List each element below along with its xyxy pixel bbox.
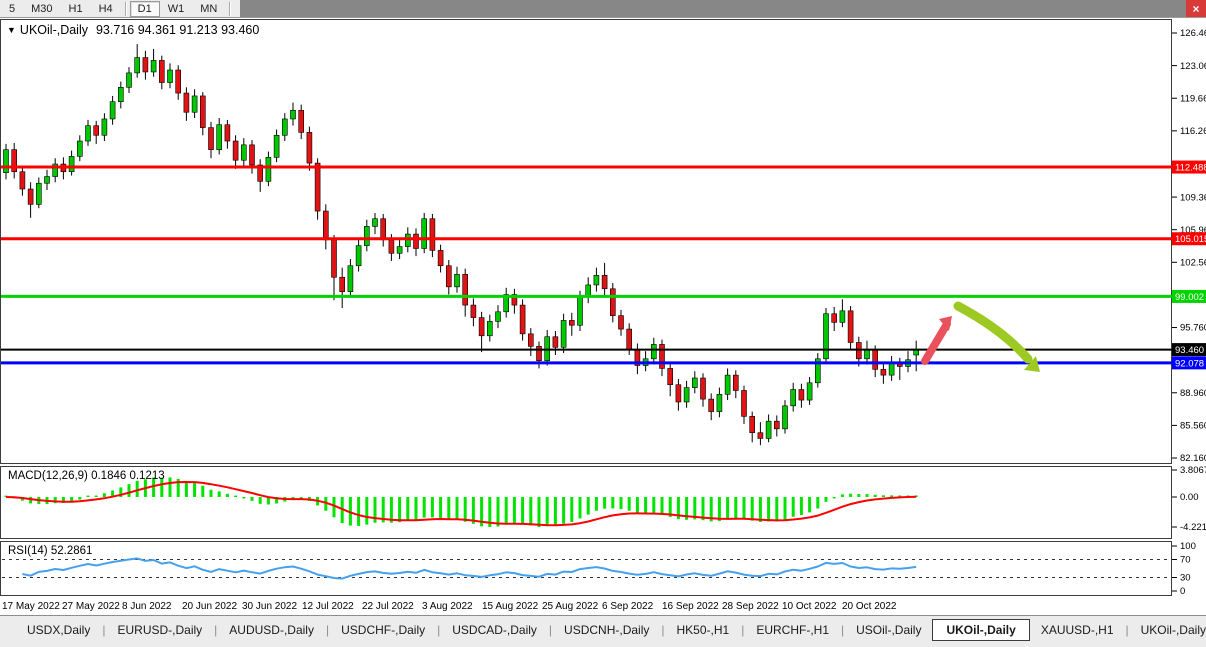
svg-text:88.960: 88.960 [1180,388,1206,399]
svg-text:0.00: 0.00 [1180,492,1199,503]
date-tick-label: 16 Sep 2022 [662,601,719,612]
date-tick-label: 15 Aug 2022 [482,601,538,612]
svg-text:123.060: 123.060 [1180,61,1206,72]
tab-separator: | [437,623,440,637]
svg-text:92.078: 92.078 [1175,358,1204,369]
chart-region[interactable]: 126.460123.060119.660116.260109.360105.9… [0,18,1206,615]
date-tick-label: 3 Aug 2022 [422,601,473,612]
timeframe-button-h4[interactable]: H4 [91,1,121,17]
toolbar-separator [229,2,230,16]
macd-params: MACD(12,26,9) [8,470,88,482]
date-tick-label: 12 Jul 2022 [302,601,354,612]
timeframe-button-m30[interactable]: M30 [23,1,60,17]
chart-ohlc-values: 93.716 94.361 91.213 93.460 [96,23,259,37]
tab-usdcnh-daily[interactable]: USDCNH-,Daily [553,620,660,640]
rsi-label: RSI(14) 52.2861 [8,545,92,557]
tab-usoil-daily[interactable]: USOil-,Daily [845,620,932,640]
svg-text:30: 30 [1180,573,1191,584]
tab-ukoil-daily[interactable]: UKOil-,Daily [1130,620,1206,640]
svg-text:0: 0 [1180,586,1185,597]
tab-usdchf-daily[interactable]: USDCHF-,Daily [330,620,436,640]
tab-eurusd-daily[interactable]: EURUSD-,Daily [106,620,213,640]
chart-tab-bar: USDX,Daily|EURUSD-,Daily|AUDUSD-,Daily|U… [0,615,1206,647]
timeframe-button-h1[interactable]: H1 [61,1,91,17]
date-tick-label: 20 Jun 2022 [182,601,237,612]
chart-symbol-title: UKOil-,Daily [20,23,88,37]
close-icon: × [1192,2,1199,16]
tab-separator: | [549,623,552,637]
chart-tabs: USDX,Daily|EURUSD-,Daily|AUDUSD-,Daily|U… [0,616,1206,644]
rsi-axis[interactable]: 100 70 30 0 [1172,541,1196,597]
macd-values: 0.1846 0.1213 [91,470,165,482]
date-tick-label: 30 Jun 2022 [242,601,297,612]
tab-separator: | [214,623,217,637]
tab-xauusd-h1[interactable]: XAUUSD-,H1 [1030,620,1125,640]
tab-separator: | [102,623,105,637]
rsi-value: 52.2861 [51,545,93,557]
svg-text:93.460: 93.460 [1175,345,1204,356]
timeframe-buttons: 5M30H1H4 D1W1MN [0,0,234,17]
tab-separator: | [841,623,844,637]
mt4-window: 5M30H1H4 D1W1MN × 126.460 123.060 119.660 11… [0,0,1206,647]
price-axis[interactable]: 126.460123.060119.660116.260109.360105.9… [1172,28,1206,464]
date-tick-label: 28 Sep 2022 [722,601,779,612]
timeframe-toolbar: 5M30H1H4 D1W1MN × [0,0,1206,18]
close-button[interactable]: × [1186,0,1206,17]
date-tick-label: 6 Sep 2022 [602,601,653,612]
svg-text:70: 70 [1180,555,1191,566]
svg-text:100: 100 [1180,541,1196,552]
title-strip [240,0,1186,17]
tab-ukoil-daily[interactable]: UKOil-,Daily [932,619,1029,641]
tab-usdcad-daily[interactable]: USDCAD-,Daily [441,620,548,640]
tab-eurchf-h1[interactable]: EURCHF-,H1 [745,620,840,640]
svg-text:126.460: 126.460 [1180,28,1206,39]
timeframe-button-mn[interactable]: MN [192,1,225,17]
chart-canvas[interactable]: 126.460123.060119.660116.260109.360105.9… [0,18,1206,615]
date-axis[interactable]: 17 May 202227 May 20228 Jun 2022 20 Jun 2… [0,598,1172,615]
timeframe-button-5[interactable]: 5 [1,1,23,17]
svg-text:85.560: 85.560 [1180,421,1206,432]
date-tick-label: 17 May 2022 [2,601,60,612]
date-tick-label: 8 Jun 2022 [122,601,172,612]
toolbar-separator [125,2,126,16]
svg-text:116.260: 116.260 [1180,126,1206,137]
svg-text:105.015: 105.015 [1175,234,1206,245]
svg-text:102.560: 102.560 [1180,257,1206,268]
timeframe-button-w1[interactable]: W1 [160,1,193,17]
date-tick-label: 22 Jul 2022 [362,601,414,612]
svg-text:119.660: 119.660 [1180,93,1206,104]
tab-usdx-daily[interactable]: USDX,Daily [16,620,101,640]
svg-text:99.002: 99.002 [1175,292,1204,303]
pane-borders [1,20,1172,596]
date-tick-label: 25 Aug 2022 [542,601,598,612]
rsi-params: RSI(14) [8,545,48,557]
macd-label: MACD(12,26,9) 0.1846 0.1213 [8,470,165,482]
tab-hk50-h1[interactable]: HK50-,H1 [666,620,741,640]
tab-separator: | [326,623,329,637]
svg-text:-4.221: -4.221 [1180,522,1206,533]
tab-audusd-daily[interactable]: AUDUSD-,Daily [218,620,325,640]
symbol-dropdown-icon[interactable]: ▼ [7,25,16,35]
tab-separator: | [1126,623,1129,637]
date-tick-label: 10 Oct 2022 [782,601,836,612]
date-tick-label: 27 May 2022 [62,601,120,612]
macd-axis[interactable]: 3.8067 0.00 -4.221 [1172,465,1206,533]
svg-text:95.760: 95.760 [1180,323,1206,334]
date-tick-label: 20 Oct 2022 [842,601,896,612]
tab-separator: | [661,623,664,637]
timeframe-button-d1[interactable]: D1 [130,1,160,17]
svg-text:82.160: 82.160 [1180,453,1206,464]
svg-text:112.488: 112.488 [1175,162,1206,173]
tab-separator: | [741,623,744,637]
svg-text:109.360: 109.360 [1180,192,1206,203]
chart-header: ▼ UKOil-,Daily 93.716 94.361 91.213 93.460 [7,23,259,37]
svg-text:3.8067: 3.8067 [1180,465,1206,476]
